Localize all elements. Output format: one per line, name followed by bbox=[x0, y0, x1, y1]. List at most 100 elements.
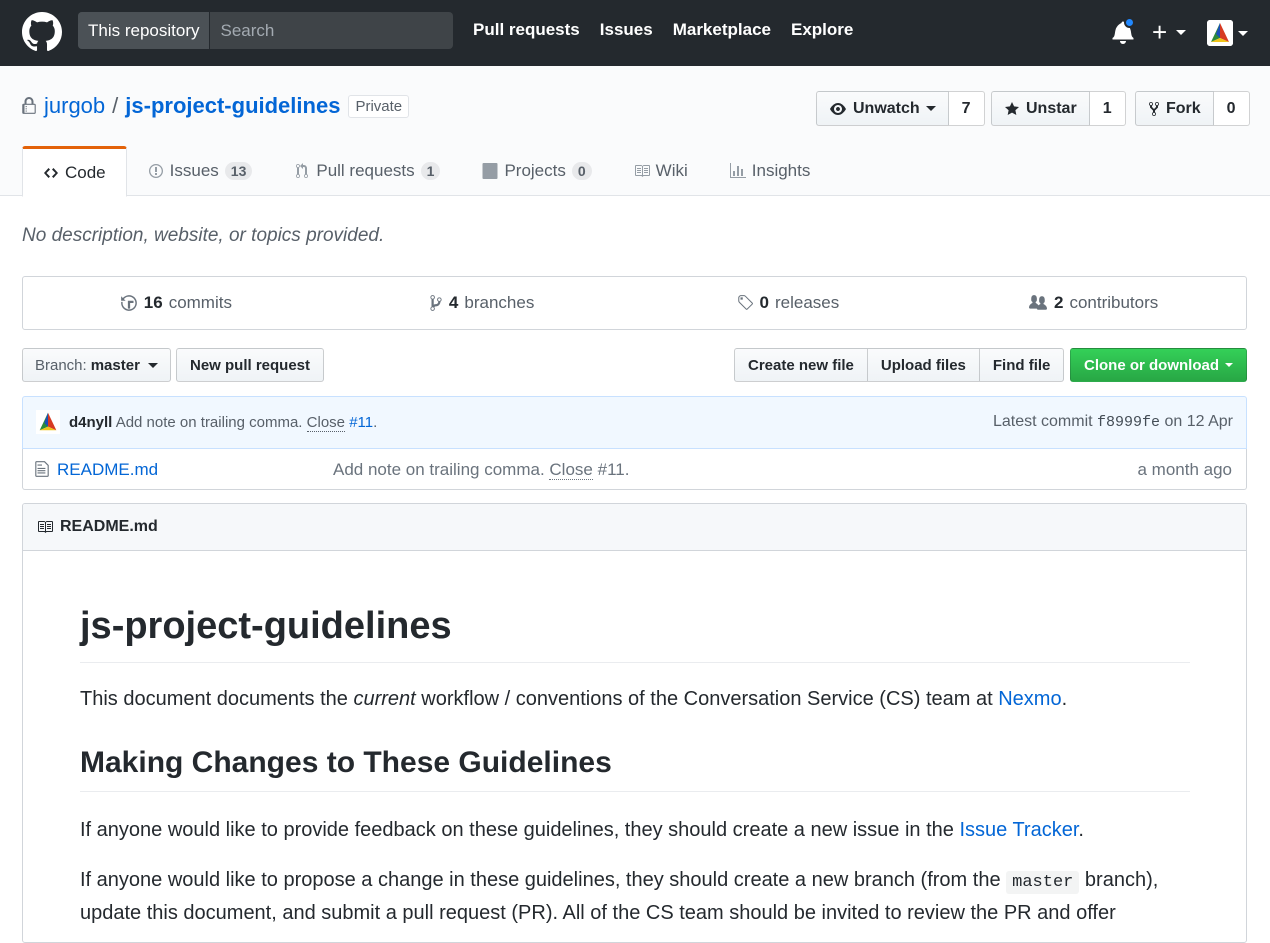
fork-count[interactable]: 0 bbox=[1213, 91, 1250, 126]
plus-icon: + bbox=[1152, 17, 1168, 47]
project-icon bbox=[482, 163, 498, 179]
file-commit-text: Add note on trailing comma. bbox=[333, 460, 545, 479]
intro-end: . bbox=[1061, 687, 1068, 710]
commit-trailing: . bbox=[373, 414, 378, 431]
nav-issues[interactable]: Issues bbox=[600, 20, 653, 40]
star-icon bbox=[1005, 101, 1019, 115]
nav-pull-requests[interactable]: Pull requests bbox=[473, 20, 580, 40]
avatar[interactable] bbox=[36, 410, 60, 434]
intro-emphasis: current bbox=[353, 687, 416, 710]
latest-commit-info: Latest commit f8999fe on 12 Apr bbox=[993, 413, 1233, 431]
readme-paragraph-changes: If anyone would like to propose a change… bbox=[80, 865, 1190, 928]
create-new-dropdown[interactable]: + bbox=[1152, 19, 1192, 47]
star-count[interactable]: 1 bbox=[1089, 91, 1126, 126]
intro-text-2: workflow / conventions of the Conversati… bbox=[415, 687, 999, 710]
commit-message[interactable]: Add note on trailing comma. bbox=[116, 414, 303, 431]
clone-label: Clone or download bbox=[1084, 356, 1219, 374]
tab-label: Code bbox=[65, 162, 106, 182]
latest-commit-label: Latest commit bbox=[992, 413, 1093, 430]
feedback-end: . bbox=[1078, 819, 1084, 842]
commit-sha-link[interactable]: f8999fe bbox=[1097, 414, 1160, 431]
chevron-down-icon[interactable] bbox=[1238, 31, 1248, 36]
github-logo[interactable] bbox=[22, 12, 62, 52]
global-header: This repository Pull requests Issues Mar… bbox=[0, 0, 1270, 66]
fork-button[interactable]: Fork bbox=[1135, 91, 1214, 126]
file-name-link[interactable]: README.md bbox=[57, 460, 158, 480]
readme-panel: README.md js-project-guidelines This doc… bbox=[22, 503, 1247, 943]
pull-request-icon bbox=[296, 163, 309, 178]
branch-name: master bbox=[90, 356, 140, 374]
releases-count: 0 bbox=[759, 293, 769, 312]
chevron-down-icon bbox=[1225, 363, 1233, 367]
readme-h1: js-project-guidelines bbox=[80, 604, 1190, 663]
master-code: master bbox=[1006, 871, 1080, 895]
projects-counter: 0 bbox=[571, 162, 592, 180]
tab-wiki[interactable]: Wiki bbox=[613, 146, 709, 196]
wiki-icon bbox=[634, 165, 650, 177]
readme-paragraph-feedback: If anyone would like to provide feedback… bbox=[80, 815, 1190, 845]
issue-tracker-link[interactable]: Issue Tracker bbox=[959, 819, 1078, 841]
readme-header: README.md bbox=[23, 504, 1246, 551]
fork-label: Fork bbox=[1166, 99, 1201, 117]
upload-files-button[interactable]: Upload files bbox=[866, 348, 980, 382]
watch-group: Unwatch 7 bbox=[816, 91, 985, 126]
issue-link[interactable]: #11 bbox=[349, 414, 373, 431]
find-file-button[interactable]: Find file bbox=[978, 348, 1065, 382]
file-commit-message[interactable]: Add note on trailing comma. Close #11. bbox=[333, 460, 629, 480]
issue-icon bbox=[148, 164, 163, 178]
nav-explore[interactable]: Explore bbox=[791, 20, 853, 40]
contributors-count: 2 bbox=[1053, 293, 1064, 312]
organization-icon bbox=[1028, 295, 1047, 310]
unwatch-label: Unwatch bbox=[853, 99, 920, 117]
releases-link[interactable]: 0 releases bbox=[635, 277, 941, 329]
tab-projects[interactable]: Projects 0 bbox=[461, 146, 612, 196]
tab-label: Pull requests bbox=[316, 161, 415, 180]
commits-link[interactable]: 16 commits bbox=[23, 277, 329, 329]
new-pull-request-button[interactable]: New pull request bbox=[176, 348, 325, 382]
tab-pull-requests[interactable]: Pull requests 1 bbox=[273, 146, 461, 196]
commit-author-link[interactable]: d4nyll bbox=[69, 414, 112, 431]
feedback-text: If anyone would like to provide feedback… bbox=[80, 819, 960, 842]
chevron-down-icon bbox=[925, 106, 936, 111]
eye-icon bbox=[830, 102, 846, 115]
clone-or-download-button[interactable]: Clone or download bbox=[1070, 348, 1247, 382]
branch-prefix: Branch: bbox=[35, 356, 87, 374]
commit-date: on 12 Apr bbox=[1164, 413, 1234, 430]
contributors-link[interactable]: 2 contributors bbox=[940, 277, 1246, 329]
fork-icon bbox=[1149, 101, 1159, 116]
repo-title: jurgob / js-project-guidelines Private bbox=[22, 93, 410, 119]
tab-label: Insights bbox=[751, 161, 811, 180]
private-badge: Private bbox=[348, 94, 410, 118]
search-input[interactable] bbox=[210, 12, 453, 49]
nav-marketplace[interactable]: Marketplace bbox=[673, 20, 771, 40]
unwatch-button[interactable]: Unwatch bbox=[816, 91, 949, 126]
file-icon bbox=[35, 461, 49, 477]
file-commit-ref: #11. bbox=[597, 460, 630, 479]
tab-label: Wiki bbox=[655, 161, 688, 180]
readme-paragraph-intro: This document documents the current work… bbox=[80, 684, 1190, 714]
create-new-file-button[interactable]: Create new file bbox=[734, 348, 868, 382]
close-keyword: Close bbox=[306, 414, 346, 432]
changes-text: If anyone would like to propose a change… bbox=[80, 869, 1007, 892]
tab-insights[interactable]: Insights bbox=[709, 146, 832, 196]
branch-select-button[interactable]: Branch: master bbox=[22, 348, 171, 382]
tab-issues[interactable]: Issues 13 bbox=[127, 146, 274, 196]
star-group: Unstar 1 bbox=[991, 91, 1126, 126]
repo-name-link[interactable]: js-project-guidelines bbox=[125, 93, 340, 119]
history-icon bbox=[120, 295, 137, 311]
watch-count[interactable]: 7 bbox=[948, 91, 985, 126]
unstar-button[interactable]: Unstar bbox=[991, 91, 1090, 126]
avatar[interactable] bbox=[1207, 20, 1233, 46]
book-icon bbox=[38, 521, 53, 533]
unstar-label: Unstar bbox=[1026, 99, 1077, 117]
branches-link[interactable]: 4 branches bbox=[329, 277, 635, 329]
tab-code[interactable]: Code bbox=[22, 146, 127, 197]
graph-icon bbox=[729, 163, 746, 178]
releases-label: releases bbox=[774, 293, 840, 312]
commits-count: 16 bbox=[143, 293, 163, 312]
close-keyword: Close bbox=[549, 460, 593, 480]
nexmo-link[interactable]: Nexmo bbox=[998, 688, 1061, 710]
search-bar: This repository bbox=[78, 12, 453, 49]
repo-nav: Code Issues 13 Pull requests 1 Projects … bbox=[22, 146, 831, 197]
repo-owner-link[interactable]: jurgob bbox=[44, 93, 105, 119]
